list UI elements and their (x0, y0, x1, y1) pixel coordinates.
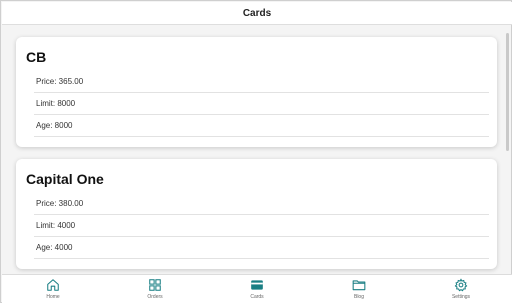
folder-icon (352, 278, 366, 292)
card-age: Age: 4000 (34, 237, 489, 259)
tab-cards-label: Cards (250, 294, 264, 300)
card-name: CB (26, 49, 47, 65)
home-icon (46, 278, 60, 292)
tab-orders[interactable]: Orders (104, 275, 206, 303)
tab-settings-label: Settings (451, 294, 471, 300)
gear-icon (454, 278, 468, 292)
card-item-capital-one[interactable]: Capital One Price: 380.00 Limit: 4000 Ag… (16, 159, 497, 269)
card-item-cb[interactable]: CB Price: 365.00 Limit: 8000 Age: 8000 (16, 37, 497, 147)
app-frame: Cards CB Price: 365.00 Limit: 8000 Age: … (0, 0, 512, 303)
tab-cards[interactable]: Cards (206, 275, 308, 303)
bottom-tab-bar: Home Orders Cards Blog Settings (2, 274, 512, 303)
page-title: Cards (242, 7, 272, 19)
card-price: Price: 380.00 (34, 193, 489, 215)
card-age: Age: 8000 (34, 115, 489, 137)
credit-card-icon (250, 278, 264, 292)
grid-icon (148, 278, 162, 292)
tab-home[interactable]: Home (2, 275, 104, 303)
card-details: Price: 380.00 Limit: 4000 Age: 4000 (34, 193, 489, 259)
tab-orders-label: Orders (147, 294, 163, 300)
top-header: Cards (2, 2, 512, 25)
card-price: Price: 365.00 (34, 71, 489, 93)
tab-blog-label: Blog (353, 294, 364, 300)
card-name: Capital One (26, 171, 104, 187)
card-limit: Limit: 8000 (34, 93, 489, 115)
tab-home-label: Home (46, 294, 60, 300)
tab-blog[interactable]: Blog (308, 275, 410, 303)
tab-settings[interactable]: Settings (410, 275, 512, 303)
scrollbar[interactable] (506, 33, 509, 151)
card-details: Price: 365.00 Limit: 8000 Age: 8000 (34, 71, 489, 137)
card-limit: Limit: 4000 (34, 215, 489, 237)
card-list[interactable]: CB Price: 365.00 Limit: 8000 Age: 8000 C… (2, 25, 512, 274)
